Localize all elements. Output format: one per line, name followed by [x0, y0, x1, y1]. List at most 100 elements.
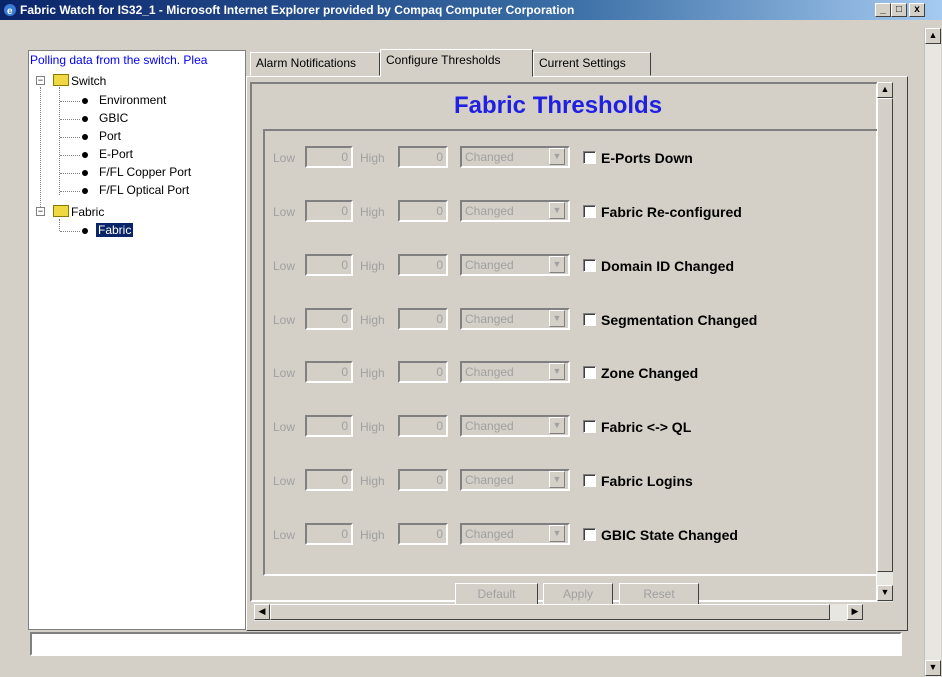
zone-changed-checkbox[interactable] — [583, 366, 596, 379]
dropdown-arrow-icon[interactable]: ▼ — [549, 471, 565, 488]
tree-node-e-port[interactable]: E-Port — [99, 147, 133, 161]
dropdown-arrow-icon[interactable]: ▼ — [549, 148, 565, 165]
condition-value: Changed — [465, 365, 514, 379]
scroll-up-icon[interactable]: ▲ — [877, 82, 893, 98]
maximize-button[interactable]: □ — [891, 3, 907, 17]
tree-connector — [60, 155, 80, 156]
scroll-right-icon[interactable]: ▶ — [847, 604, 863, 620]
bullet-icon — [82, 134, 88, 140]
tree-node-ffl-optical-port[interactable]: F/FL Optical Port — [99, 183, 189, 197]
minimize-button[interactable]: _ — [875, 3, 891, 17]
ie-icon: e — [4, 4, 16, 17]
fabric-reconfigured-checkbox[interactable] — [583, 205, 596, 218]
collapse-fabric-icon[interactable]: − — [36, 207, 45, 216]
fabric-logins-label: Fabric Logins — [601, 473, 693, 489]
low-input[interactable]: 0 — [305, 523, 353, 545]
dropdown-arrow-icon[interactable]: ▼ — [549, 256, 565, 273]
dropdown-arrow-icon[interactable]: ▼ — [549, 525, 565, 542]
scroll-left-icon[interactable]: ◀ — [254, 604, 270, 620]
tree-connector — [59, 87, 60, 195]
tree-connector — [60, 137, 80, 138]
low-label: Low — [273, 474, 296, 488]
dropdown-arrow-icon[interactable]: ▼ — [549, 310, 565, 327]
zone-changed-label: Zone Changed — [601, 365, 699, 381]
dropdown-arrow-icon[interactable]: ▼ — [549, 202, 565, 219]
status-bar — [30, 632, 902, 656]
low-label: Low — [273, 151, 296, 165]
outer-vertical-scrollbar[interactable]: ▲ ▼ — [924, 28, 941, 677]
scroll-down-icon[interactable]: ▼ — [925, 660, 941, 676]
bullet-icon — [82, 152, 88, 158]
e-ports-down-label: E-Ports Down — [601, 150, 693, 166]
e-ports-down-checkbox[interactable] — [583, 151, 596, 164]
condition-value: Changed — [465, 150, 514, 164]
fabric-reconfigured-label: Fabric Re-configured — [601, 204, 742, 220]
default-button[interactable]: Default — [455, 583, 538, 605]
scroll-up-icon[interactable]: ▲ — [925, 28, 941, 44]
tree-node-fabric-folder[interactable]: Fabric — [71, 205, 104, 219]
domain-id-changed-checkbox[interactable] — [583, 259, 596, 272]
high-input[interactable]: 0 — [398, 523, 448, 545]
high-input[interactable]: 0 — [398, 469, 448, 491]
tab-alarm-notifications[interactable]: Alarm Notifications — [250, 52, 380, 76]
thresholds-vertical-scrollbar[interactable]: ▲ ▼ — [877, 82, 893, 602]
low-input[interactable]: 0 — [305, 308, 353, 330]
tree-connector — [59, 219, 60, 231]
condition-value: Changed — [465, 419, 514, 433]
high-input[interactable]: 0 — [398, 415, 448, 437]
bullet-icon — [82, 228, 88, 234]
horizontal-scroll-thumb[interactable] — [270, 604, 830, 620]
window-title: Fabric Watch for IS32_1 - Microsoft Inte… — [20, 3, 575, 17]
tree-node-switch[interactable]: Switch — [71, 74, 106, 88]
fabric-ql-label: Fabric <-> QL — [601, 419, 692, 435]
low-input[interactable]: 0 — [305, 146, 353, 168]
high-input[interactable]: 0 — [398, 254, 448, 276]
apply-button[interactable]: Apply — [543, 583, 613, 605]
high-input[interactable]: 0 — [398, 146, 448, 168]
tree-node-port[interactable]: Port — [99, 129, 121, 143]
tree-connector — [60, 173, 80, 174]
tab-current-settings[interactable]: Current Settings — [533, 52, 651, 76]
low-input[interactable]: 0 — [305, 415, 353, 437]
high-input[interactable]: 0 — [398, 308, 448, 330]
high-input[interactable]: 0 — [398, 200, 448, 222]
low-input[interactable]: 0 — [305, 469, 353, 491]
scroll-thumb[interactable] — [877, 98, 893, 572]
tree-node-environment[interactable]: Environment — [99, 93, 166, 107]
page-title: Fabric Thresholds — [454, 92, 663, 119]
scroll-down-icon[interactable]: ▼ — [877, 585, 893, 601]
high-input[interactable]: 0 — [398, 361, 448, 383]
low-input[interactable]: 0 — [305, 200, 353, 222]
high-label: High — [360, 313, 385, 327]
low-input[interactable]: 0 — [305, 361, 353, 383]
domain-id-changed-label: Domain ID Changed — [601, 258, 735, 274]
navigation-tree: Polling data from the switch. Plea − Swi… — [28, 50, 246, 630]
segmentation-changed-checkbox[interactable] — [583, 313, 596, 326]
reset-button[interactable]: Reset — [619, 583, 699, 605]
low-label: Low — [273, 366, 296, 380]
tree-node-ffl-copper-port[interactable]: F/FL Copper Port — [99, 165, 191, 179]
gbic-state-changed-checkbox[interactable] — [583, 528, 596, 541]
dropdown-arrow-icon[interactable]: ▼ — [549, 363, 565, 380]
tree-node-gbic[interactable]: GBIC — [99, 111, 128, 125]
collapse-switch-icon[interactable]: − — [36, 76, 45, 85]
tree-node-fabric-selected[interactable]: Fabric — [96, 223, 134, 237]
high-label: High — [360, 420, 385, 434]
condition-value: Changed — [465, 527, 514, 541]
low-input[interactable]: 0 — [305, 254, 353, 276]
bullet-icon — [82, 98, 88, 104]
segmentation-changed-label: Segmentation Changed — [601, 312, 758, 328]
low-label: Low — [273, 528, 296, 542]
folder-icon — [53, 74, 69, 86]
tree-connector — [60, 119, 80, 120]
tab-configure-thresholds[interactable]: Configure Thresholds — [380, 49, 533, 77]
fabric-ql-checkbox[interactable] — [583, 420, 596, 433]
dropdown-arrow-icon[interactable]: ▼ — [549, 417, 565, 434]
condition-value: Changed — [465, 204, 514, 218]
condition-value: Changed — [465, 473, 514, 487]
thresholds-horizontal-scrollbar[interactable]: ◀ ▶ — [254, 604, 863, 621]
bullet-icon — [82, 116, 88, 122]
close-button[interactable]: x — [909, 3, 925, 17]
bullet-icon — [82, 188, 88, 194]
fabric-logins-checkbox[interactable] — [583, 474, 596, 487]
